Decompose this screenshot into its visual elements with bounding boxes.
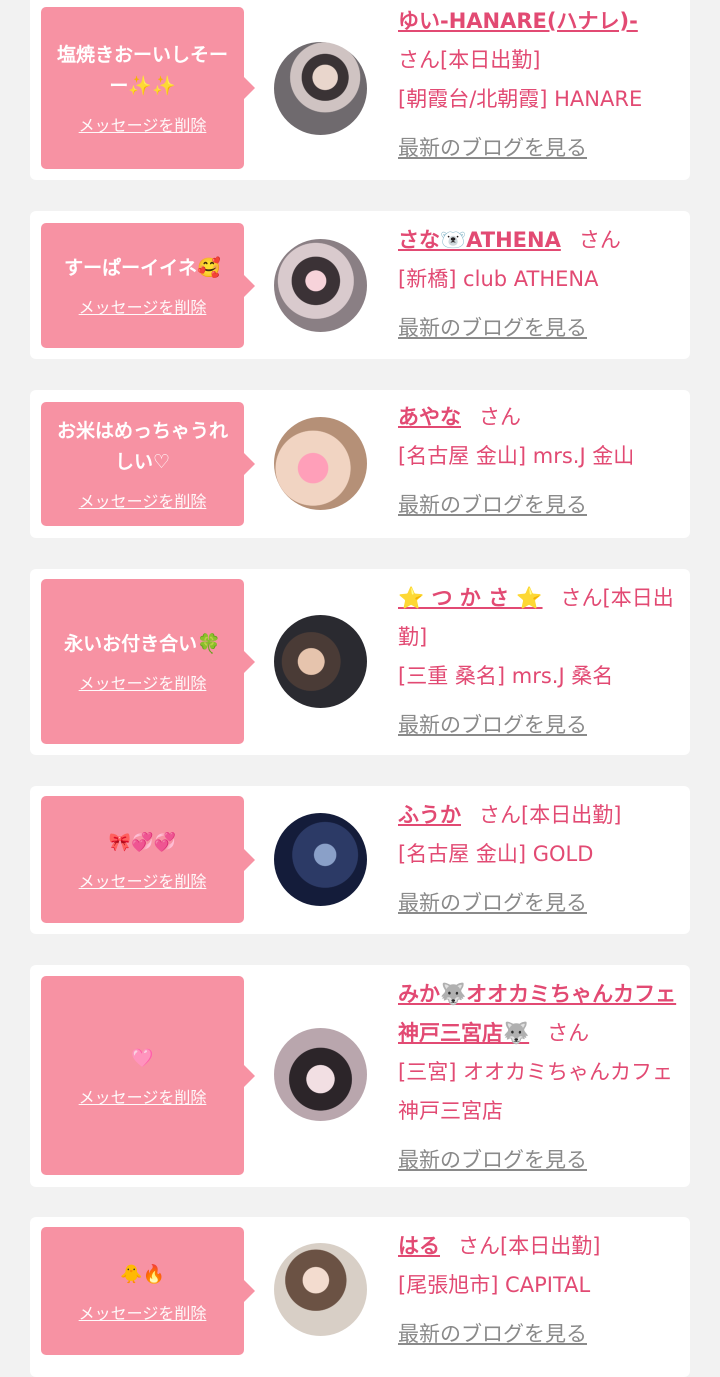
- profile-name-link[interactable]: あやな: [398, 405, 461, 429]
- list-item: 永いお付き合い🍀 メッセージを削除 ⭐ つ か さ ⭐ さん[本日出勤] [三重 …: [30, 569, 690, 755]
- profile-info: ふうか さん[本日出勤] [名古屋 金山] GOLD 最新のブログを見る: [398, 796, 678, 923]
- avatar[interactable]: [274, 42, 367, 135]
- name-suffix: さん[本日出勤]: [479, 803, 622, 827]
- profile-info: ゆい-HANARE(ハナレ)- さん[本日出勤] [朝霞台/北朝霞] HANAR…: [398, 2, 678, 168]
- delete-message-link[interactable]: メッセージを削除: [79, 488, 207, 512]
- message-text: すーぱーイイネ🥰: [64, 257, 221, 279]
- latest-blog-link[interactable]: 最新のブログを見る: [398, 309, 587, 348]
- delete-message-link[interactable]: メッセージを削除: [79, 112, 207, 136]
- profile-info: はる さん[本日出勤] [尾張旭市] CAPITAL 最新のブログを見る: [398, 1227, 678, 1354]
- latest-blog-link[interactable]: 最新のブログを見る: [398, 486, 587, 525]
- message-bubble: すーぱーイイネ🥰 メッセージを削除: [41, 223, 255, 348]
- message-bubble: 🩷 メッセージを削除: [41, 976, 255, 1175]
- avatar[interactable]: [274, 417, 367, 510]
- name-suffix: さん[本日出勤]: [398, 48, 541, 72]
- profile-info: あやな さん [名古屋 金山] mrs.J 金山 最新のブログを見る: [398, 398, 678, 525]
- delete-message-link[interactable]: メッセージを削除: [79, 294, 207, 318]
- message-bubble: お米はめっちゃうれしい♡ メッセージを削除: [41, 402, 255, 526]
- message-text: 🎀💞💞: [108, 832, 177, 853]
- message-bubble: 塩焼きおーいしそーー✨✨ メッセージを削除: [41, 7, 255, 169]
- name-suffix: さん: [547, 1021, 590, 1045]
- message-text: 永いお付き合い🍀: [64, 633, 221, 655]
- delete-message-link[interactable]: メッセージを削除: [79, 868, 207, 892]
- latest-blog-link[interactable]: 最新のブログを見る: [398, 884, 587, 923]
- list-item: 🎀💞💞 メッセージを削除 ふうか さん[本日出勤] [名古屋 金山] GOLD 最…: [30, 786, 690, 934]
- name-suffix: さん: [479, 405, 521, 429]
- name-suffix: さん[本日出勤]: [458, 1234, 601, 1258]
- list-item: 塩焼きおーいしそーー✨✨ メッセージを削除 ゆい-HANARE(ハナレ)- さん…: [30, 0, 690, 180]
- profile-info: みか🐺オオカミちゃんカフェ神戸三宮店🐺 さん [三宮] オオカミちゃんカフェ神戸三…: [398, 975, 678, 1180]
- shop-text: [名古屋 金山] GOLD: [398, 842, 594, 866]
- avatar[interactable]: [274, 239, 367, 332]
- name-suffix: さん: [578, 228, 621, 252]
- list-item: 🩷 メッセージを削除 みか🐺オオカミちゃんカフェ神戸三宮店🐺 さん [三宮] オオ…: [30, 965, 690, 1187]
- profile-name-link[interactable]: みか🐺オオカミちゃんカフェ神戸三宮店🐺: [398, 982, 676, 1045]
- message-bubble: 🎀💞💞 メッセージを削除: [41, 796, 255, 923]
- shop-text: [名古屋 金山] mrs.J 金山: [398, 444, 635, 468]
- list-item: すーぱーイイネ🥰 メッセージを削除 さな🐻‍❄️ATHENA さん [新橋] cl…: [30, 211, 690, 359]
- avatar[interactable]: [274, 1028, 367, 1121]
- avatar[interactable]: [274, 1243, 367, 1336]
- profile-name-link[interactable]: ゆい-HANARE(ハナレ)-: [398, 9, 638, 33]
- message-text: 🐥🔥: [120, 1263, 165, 1285]
- shop-text: [尾張旭市] CAPITAL: [398, 1273, 591, 1297]
- profile-info: さな🐻‍❄️ATHENA さん [新橋] club ATHENA 最新のブログを見…: [398, 221, 678, 348]
- latest-blog-link[interactable]: 最新のブログを見る: [398, 706, 587, 745]
- delete-message-link[interactable]: メッセージを削除: [79, 670, 207, 694]
- latest-blog-link[interactable]: 最新のブログを見る: [398, 1315, 587, 1354]
- avatar[interactable]: [274, 615, 367, 708]
- profile-name-link[interactable]: はる: [398, 1234, 440, 1258]
- latest-blog-link[interactable]: 最新のブログを見る: [398, 129, 587, 168]
- delete-message-link[interactable]: メッセージを削除: [79, 1084, 207, 1108]
- message-bubble: 🐥🔥 メッセージを削除: [41, 1227, 255, 1355]
- message-bubble: 永いお付き合い🍀 メッセージを削除: [41, 579, 255, 744]
- list-item: お米はめっちゃうれしい♡ メッセージを削除 あやな さん [名古屋 金山] mrs…: [30, 390, 690, 538]
- profile-name-link[interactable]: ふうか: [398, 803, 461, 827]
- avatar[interactable]: [274, 813, 367, 906]
- shop-text: [新橋] club ATHENA: [398, 267, 599, 291]
- shop-text: [朝霞台/北朝霞] HANARE: [398, 87, 643, 111]
- list-item: 🐥🔥 メッセージを削除 はる さん[本日出勤] [尾張旭市] CAPITAL 最新…: [30, 1217, 690, 1377]
- message-text: 🩷: [131, 1048, 154, 1069]
- profile-info: ⭐ つ か さ ⭐ さん[本日出勤] [三重 桑名] mrs.J 桑名 最新のブロ…: [398, 579, 678, 745]
- profile-name-link[interactable]: さな🐻‍❄️ATHENA: [398, 228, 561, 252]
- message-text: お米はめっちゃうれしい♡: [56, 420, 228, 473]
- message-text: 塩焼きおーいしそーー✨✨: [56, 44, 228, 97]
- delete-message-link[interactable]: メッセージを削除: [79, 1300, 207, 1324]
- shop-text: [三宮] オオカミちゃんカフェ神戸三宮店: [398, 1060, 674, 1123]
- shop-text: [三重 桑名] mrs.J 桑名: [398, 664, 614, 688]
- latest-blog-link[interactable]: 最新のブログを見る: [398, 1141, 587, 1180]
- profile-name-link[interactable]: ⭐ つ か さ ⭐: [398, 586, 543, 610]
